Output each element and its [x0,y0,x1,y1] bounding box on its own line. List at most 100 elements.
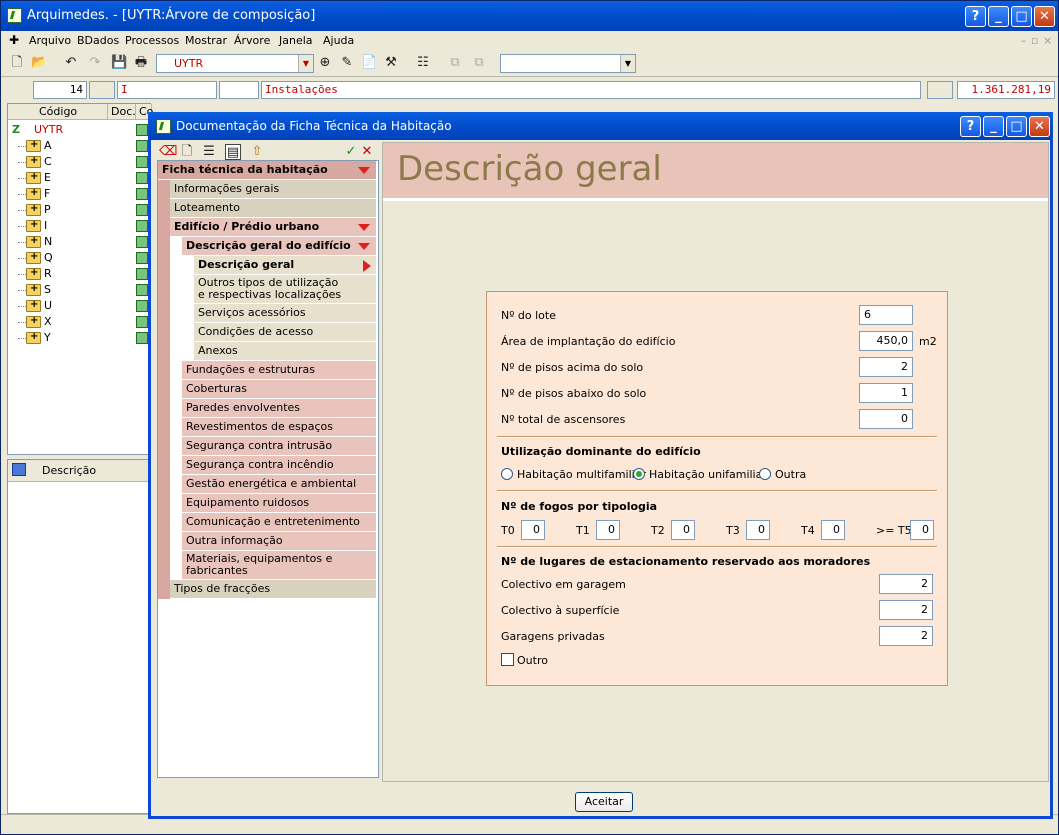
fogo-input[interactable]: 0 [910,520,934,540]
open-folder-icon[interactable]: 📂 [31,55,47,71]
radio-multifamiliar-label[interactable]: Habitação multifamiliar [517,468,646,481]
document-icon[interactable]: 📄 [361,55,377,71]
nav-item[interactable]: Outra informação [182,532,376,551]
edit-node-icon[interactable]: ✎ [339,55,355,71]
dialog-close-button[interactable]: ✕ [1029,116,1050,137]
unit-field[interactable] [219,81,259,99]
menu-processos[interactable]: Processos [125,34,179,47]
code-field[interactable]: I [117,81,217,99]
tree-item[interactable]: Q [8,249,152,266]
nav-item[interactable]: Outros tipos de utilização e respectivas… [194,275,376,304]
fogo-input[interactable]: 0 [746,520,770,540]
composition-tree[interactable]: Código Doc. Co Z UYTR ACEFPINQRSUXY [7,103,153,455]
tree-item[interactable]: A [8,137,152,154]
radio-unifamiliar[interactable] [633,468,645,480]
garagem-input[interactable]: 2 [879,574,933,594]
nav-item[interactable]: Serviços acessórios [194,304,376,323]
lote-input[interactable]: 6 [859,305,913,325]
nav-item[interactable]: Revestimentos de espaços comuns [182,418,376,451]
tree-item[interactable]: U [8,297,152,314]
calculate-icon[interactable] [927,81,953,99]
radio-unifamiliar-label[interactable]: Habitação unifamiliar [649,468,767,481]
ascensores-input[interactable]: 0 [859,409,913,429]
tree-item[interactable]: N [8,233,152,250]
tree-item[interactable]: I [8,217,152,234]
print-icon[interactable]: 🖶 [133,55,149,71]
nav-item[interactable]: Coberturas [182,380,376,399]
nav-item[interactable]: Descrição geral [194,256,376,275]
expand-arrow-icon[interactable] [358,224,370,231]
nav-item[interactable]: Equipamento ruidosos [182,494,376,513]
menu-janela[interactable]: Janela [279,34,313,47]
nav-item[interactable]: Segurança contra incêndio [182,456,376,475]
nav-item[interactable]: Descrição geral do edifício [182,237,376,256]
folder-type-icon[interactable] [89,81,115,99]
dialog-minimize-button[interactable]: _ [983,116,1004,137]
new-file-icon[interactable]: 🗋 [9,55,25,71]
delete-icon[interactable]: ⌫ [159,144,177,160]
fogo-input[interactable]: 0 [671,520,695,540]
help-button[interactable]: ? [965,6,986,27]
privadas-input[interactable]: 2 [879,626,933,646]
header-doc[interactable]: Doc. [108,104,136,120]
nav-item[interactable]: Condições de acesso [194,323,376,342]
expand-arrow-icon[interactable] [358,167,370,174]
nav-item[interactable]: Materiais, equipamentos e fabricantes [182,551,376,580]
paste-disabled-icon[interactable]: ⧉ [471,55,487,71]
radio-outra-label[interactable]: Outra [775,468,806,481]
nav-item[interactable]: Tipos de fracções [170,580,376,599]
outro-checkbox[interactable] [501,653,514,666]
undo-icon[interactable]: ↶ [63,55,79,71]
tree-item[interactable]: C [8,153,152,170]
page-icon[interactable]: 🗋 [179,144,195,160]
area-input[interactable]: 450,0 [859,331,913,351]
summary-field[interactable]: Instalações [261,81,921,99]
mdi-child-icon[interactable]: ✚ [9,33,19,47]
header-codigo[interactable]: Código [8,104,108,120]
form-icon[interactable]: ▤ [225,144,241,160]
dialog-titlebar[interactable]: Documentação da Ficha Técnica da Habitaç… [148,112,1053,140]
menu-mostrar[interactable]: Mostrar [185,34,227,47]
up-arrow-icon[interactable]: ⇧ [249,144,265,160]
tree-root[interactable]: Z UYTR [8,122,152,138]
database-combo[interactable]: UYTR ▼ [156,54,314,73]
fogo-input[interactable]: 0 [521,520,545,540]
chevron-down-icon[interactable]: ▼ [298,55,313,72]
nav-item[interactable]: Ficha técnica da habitação [158,161,376,180]
nav-item[interactable]: Paredes envolventes [182,399,376,418]
expand-arrow-icon[interactable] [358,243,370,250]
pisos-abaixo-input[interactable]: 1 [859,383,913,403]
amount-field[interactable]: 1.361.281,19 [957,81,1055,99]
mdi-restore-icon[interactable]: ▫ [1031,34,1038,47]
menu-ajuda[interactable]: Ajuda [323,34,354,47]
cancel-icon[interactable]: ✕ [359,144,375,160]
fogo-input[interactable]: 0 [596,520,620,540]
pisos-acima-input[interactable]: 2 [859,357,913,377]
mdi-close-icon[interactable]: × [1043,34,1052,47]
nav-item[interactable]: Fundações e estruturas [182,361,376,380]
dialog-help-button[interactable]: ? [960,116,981,137]
maximize-button[interactable]: □ [1011,6,1032,27]
tree-item[interactable]: X [8,313,152,330]
navigation-tree[interactable]: Ficha técnica da habitação Informações ge… [157,160,379,778]
add-node-icon[interactable]: ⊕ [317,55,333,71]
nav-item[interactable]: Informações gerais [170,180,376,199]
menu-arvore[interactable]: Árvore [234,34,270,47]
nav-item[interactable]: Gestão energética e ambiental [182,475,376,494]
dialog-maximize-button[interactable]: □ [1006,116,1027,137]
accept-button[interactable]: Aceitar [575,792,633,812]
tree-item[interactable]: E [8,169,152,186]
tree-item[interactable]: P [8,201,152,218]
tree-item[interactable]: Y [8,329,152,346]
tree-view-icon[interactable]: ☷ [415,55,431,71]
outro-label[interactable]: Outro [517,654,548,667]
fogo-input[interactable]: 0 [821,520,845,540]
superficie-input[interactable]: 2 [879,600,933,620]
nav-item[interactable]: Anexos [194,342,376,361]
menu-arquivo[interactable]: Arquivo [29,34,71,47]
nav-item[interactable]: Edifício / Prédio urbano [170,218,376,237]
list-icon[interactable]: ☰ [201,144,217,160]
tree-item[interactable]: R [8,265,152,282]
mdi-minimize-icon[interactable]: – [1021,34,1027,47]
tree-item[interactable]: F [8,185,152,202]
